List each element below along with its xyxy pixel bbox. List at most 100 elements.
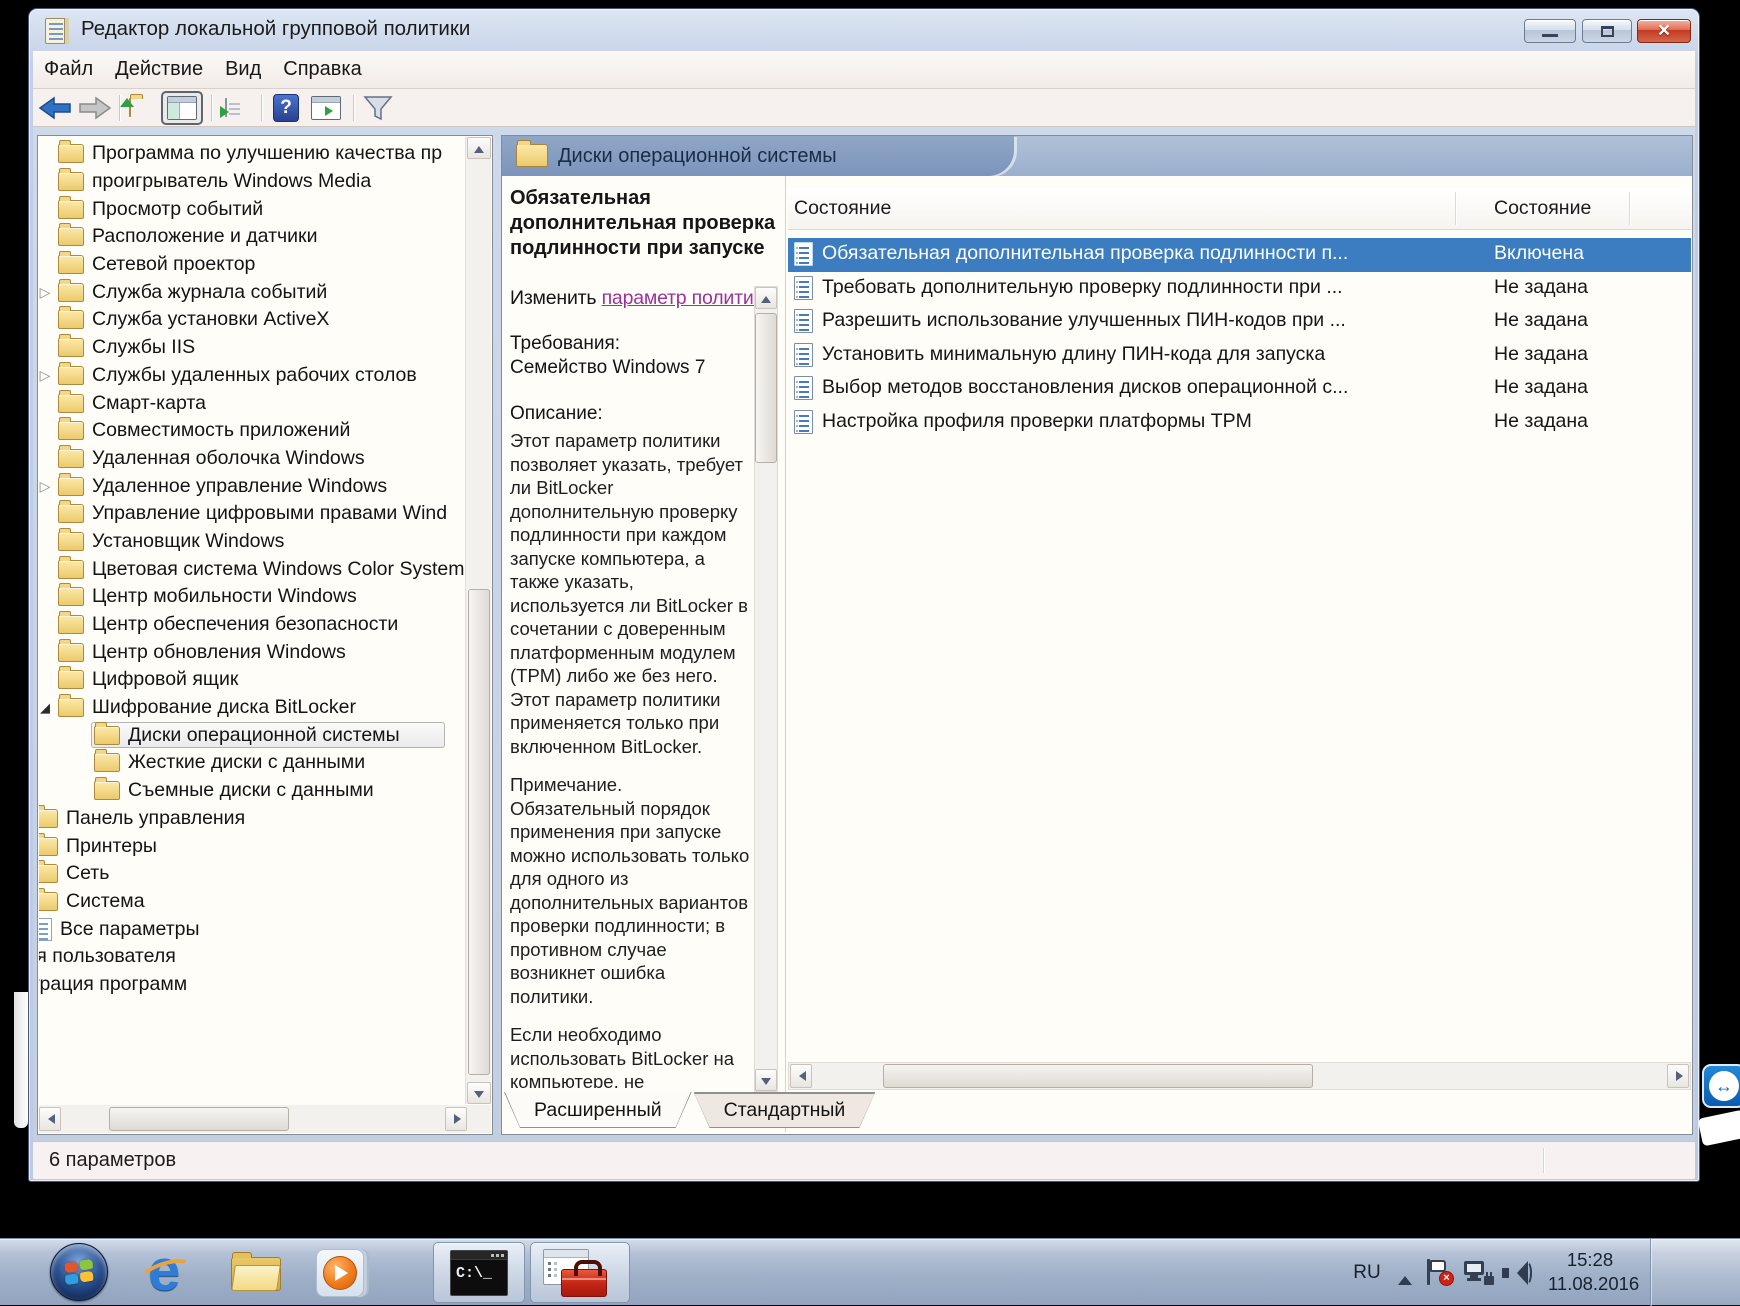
tree-item[interactable]: Цифровой ящик [39,666,464,694]
tree-item[interactable]: ▷Удаленное управление Windows [39,472,464,500]
show-action-pane-button[interactable] [311,96,341,120]
tree-horizontal-scrollbar[interactable] [39,1105,467,1133]
policy-row[interactable]: Настройка профиля проверки платформы TPM… [788,406,1691,440]
tree-node: Диски операционной системы [91,722,445,748]
back-button[interactable] [38,96,72,120]
tree-item[interactable]: Сетевой проектор [39,251,464,279]
tree-item[interactable]: Совместимость приложений [39,417,464,445]
policy-row[interactable]: Обязательная дополнительная проверка под… [788,238,1691,272]
tree-item[interactable]: Цветовая система Windows Color System [39,555,464,583]
scroll-up-button[interactable] [755,287,777,309]
tree-item[interactable]: Жесткие диски с данными [71,749,464,777]
tree-item[interactable]: Принтеры [39,832,464,860]
column-divider[interactable] [1455,192,1456,225]
maximize-button[interactable] [1582,19,1632,43]
export-list-button[interactable] [225,99,227,117]
show-desktop-button[interactable] [1650,1239,1740,1306]
column-header-state[interactable]: Состояние [1494,197,1591,220]
taskbar-windows-explorer-icon[interactable] [228,1245,284,1301]
taskbar-mmc-console-button[interactable] [530,1242,630,1303]
tree-item[interactable]: Расположение и датчики [39,223,464,251]
tree-item[interactable]: проигрыватель Windows Media [39,168,464,196]
clock[interactable]: 15:28 11.08.2016 [1548,1248,1632,1296]
collapsed-arrow-icon[interactable]: ▷ [39,476,55,496]
collapsed-arrow-icon[interactable]: ▷ [39,282,55,302]
view-tab-Расширенный[interactable]: Расширенный [504,1092,692,1128]
column-divider[interactable] [1629,192,1630,225]
menu-item-Действие[interactable]: Действие [104,58,214,81]
collapsed-arrow-icon[interactable]: ▷ [39,365,55,385]
menu-item-Вид[interactable]: Вид [214,58,272,81]
tree-item[interactable]: Центр обновления Windows [39,638,464,666]
taskbar-media-player-icon[interactable] [312,1245,368,1301]
menu-item-Справка[interactable]: Справка [272,58,372,81]
tree-item[interactable]: Центр обеспечения безопасности [39,611,464,639]
menu-item-Файл[interactable]: Файл [33,58,104,81]
hidden-icons-chevron-icon[interactable] [1398,1269,1412,1285]
tree-item[interactable]: Съемные диски с данными [71,777,464,805]
volume-icon[interactable] [1502,1259,1536,1287]
language-indicator[interactable]: RU [1346,1239,1388,1306]
tree-item[interactable]: Диски операционной системы [71,721,464,749]
tree-item[interactable]: Сеть [39,860,464,888]
scroll-thumb[interactable] [468,589,490,1075]
close-button[interactable]: × [1637,19,1691,43]
maximize-icon [1601,26,1614,37]
tree-item[interactable]: ▷Служба журнала событий [39,278,464,306]
details-vertical-scrollbar[interactable] [754,286,778,1092]
tree-item[interactable]: Панель управления [39,805,464,833]
scroll-up-button[interactable] [467,137,491,159]
taskbar-internet-explorer-icon[interactable]: e [140,1245,196,1301]
policy-row[interactable]: Установить минимальную длину ПИН-кода дл… [788,339,1691,373]
tree-item[interactable]: Система [39,888,464,916]
help-button[interactable]: ? [273,94,299,122]
tree-item[interactable]: Конфигурация пользователя [39,943,464,971]
tree-item[interactable]: Удаленная оболочка Windows [39,445,464,473]
scroll-thumb[interactable] [755,313,777,463]
list-horizontal-scrollbar[interactable] [788,1062,1691,1090]
tree-item[interactable]: Службы IIS [39,334,464,362]
tree-item[interactable]: Все параметры [39,915,464,943]
tree-items: Программа по улучшению качества прпроигр… [39,140,464,1102]
filter-button[interactable] [363,95,393,121]
desktop-icon-teamviewer[interactable]: ↔ [1702,1064,1740,1108]
scroll-down-button[interactable] [467,1082,491,1104]
show-console-tree-button[interactable] [161,91,203,125]
network-icon[interactable] [1462,1259,1494,1287]
action-center-flag-icon[interactable]: × [1426,1257,1454,1287]
tree-item[interactable]: Смарт-карта [39,389,464,417]
scroll-down-button[interactable] [755,1069,777,1091]
expanded-arrow-icon[interactable]: ◢ [39,698,55,718]
tree-item[interactable]: Конфигурация программ [39,971,464,999]
tree-item[interactable]: Центр мобильности Windows [39,583,464,611]
scroll-thumb[interactable] [883,1064,1313,1088]
scroll-right-button[interactable] [1667,1064,1689,1088]
start-button[interactable] [50,1243,108,1301]
column-header-setting[interactable]: Состояние [794,197,891,220]
tree-vertical-scrollbar[interactable] [465,137,491,1104]
title-bar[interactable]: Редактор локальной групповой политики × [29,9,1699,51]
scroll-right-button[interactable] [445,1107,467,1131]
minimize-button[interactable] [1524,19,1576,43]
tree-item[interactable]: Управление цифровыми правами Wind [39,500,464,528]
view-tab-Стандартный[interactable]: Стандартный [694,1092,876,1128]
tree-item-label: Установщик Windows [92,530,284,553]
tree-item[interactable]: Установщик Windows [39,528,464,556]
scroll-left-button[interactable] [790,1064,812,1088]
scroll-left-button[interactable] [39,1107,61,1131]
help-icon: ? [273,94,299,122]
tree-item[interactable]: Просмотр событий [39,195,464,223]
policy-row[interactable]: Выбор методов восстановления дисков опер… [788,372,1691,406]
tree-item[interactable]: ▷Службы удаленных рабочих столов [39,362,464,390]
tree-item[interactable]: Служба установки ActiveX [39,306,464,334]
taskbar-command-prompt-button[interactable]: C:\_ [433,1242,525,1303]
tree-item[interactable]: Программа по улучшению качества пр [39,140,464,168]
tree-item[interactable]: ◢Шифрование диска BitLocker [39,694,464,722]
policy-row[interactable]: Разрешить использование улучшенных ПИН-к… [788,305,1691,339]
forward-button[interactable] [78,96,112,120]
policy-setting-link[interactable]: параметр политики [602,287,773,309]
policy-row[interactable]: Требовать дополнительную проверку подлин… [788,272,1691,306]
scroll-thumb[interactable] [109,1107,289,1131]
up-one-level-button[interactable] [129,99,131,117]
tree-node: Управление цифровыми правами Wind [55,501,452,527]
